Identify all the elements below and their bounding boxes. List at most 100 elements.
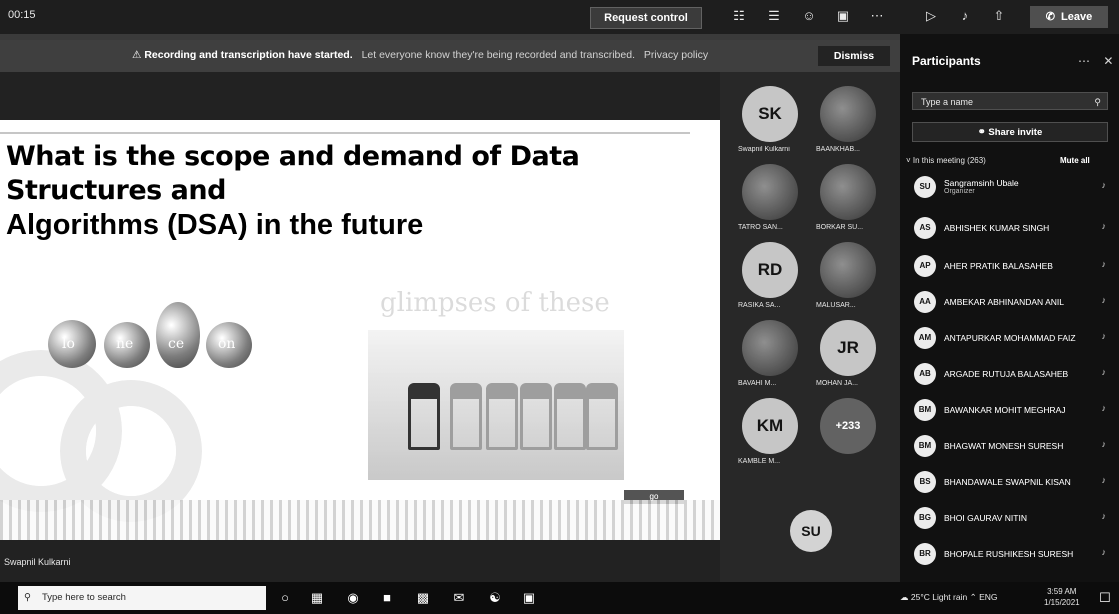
presenter-label: Swapnil Kulkarni: [4, 557, 71, 567]
close-icon[interactable]: ✕: [1103, 54, 1113, 68]
slide-title-line1: What is the scope and demand of Data Str…: [6, 141, 580, 206]
participant-row[interactable]: BR BHOPALE RUSHIKESH SURESH ♪: [914, 541, 1114, 567]
store-icon[interactable]: ▩: [414, 589, 432, 607]
participant-row[interactable]: BG BHOI GAURAV NITIN ♪: [914, 505, 1114, 531]
cortana-icon[interactable]: ○: [276, 589, 294, 607]
mic-icon[interactable]: ♪: [956, 8, 974, 24]
avatar: BG: [914, 507, 936, 529]
fruit-label: on: [218, 336, 236, 352]
recording-banner: ⚠ Recording and transcription have start…: [0, 40, 900, 72]
search-icon: ⚲: [24, 592, 31, 603]
avatar: AS: [914, 217, 936, 239]
presentation-slide: What is the scope and demand of Data Str…: [0, 120, 720, 540]
chair: [520, 383, 552, 450]
participants-panel: Participants ⋯ ✕ Type a name ⚲ ⚭ Share i…: [900, 34, 1119, 582]
participant-row[interactable]: AM ANTAPURKAR MOHAMMAD FAIZ ♪: [914, 325, 1114, 351]
privacy-policy-link[interactable]: Privacy policy: [644, 49, 708, 61]
participant-row[interactable]: AS ABHISHEK KUMAR SINGH ♪: [914, 215, 1114, 241]
weather-text[interactable]: 25°C Light rain: [911, 592, 967, 602]
taskbar-clock[interactable]: 3:59 AM 1/15/2021: [1044, 586, 1080, 608]
clock-time: 3:59 AM: [1047, 587, 1077, 596]
rooms-icon[interactable]: ▣: [834, 8, 852, 24]
meeting-section-header[interactable]: ˅ In this meeting (263): [906, 156, 986, 165]
participant-tile[interactable]: [820, 164, 876, 220]
dismiss-button[interactable]: Dismiss: [818, 46, 890, 66]
participant-row[interactable]: BM BAWANKAR MOHIT MEGHRAJ ♪: [914, 397, 1114, 423]
tile-name: BORKAR SU...: [816, 224, 864, 231]
participant-tile[interactable]: [820, 242, 876, 298]
leave-button[interactable]: ✆ Leave: [1030, 6, 1108, 28]
chair: [586, 383, 618, 450]
camera-icon[interactable]: ▷: [922, 8, 940, 24]
more-icon[interactable]: ⋯: [868, 8, 886, 24]
tile-name: BAANKHAB...: [816, 146, 860, 153]
mic-off-icon: ♪: [1101, 259, 1107, 269]
section-label: In this meeting (263): [912, 156, 986, 165]
video-gallery: SK Swapnil Kulkarni BAANKHAB... TATRO SA…: [720, 72, 900, 582]
banner-text: Let everyone know they're being recorded…: [361, 49, 635, 61]
chair: [486, 383, 518, 450]
mail-icon[interactable]: ✉: [450, 589, 468, 607]
teams-icon[interactable]: ☯: [486, 589, 504, 607]
participant-role: Organizer: [944, 188, 975, 195]
warning-icon: ⚠: [132, 49, 142, 61]
participant-row[interactable]: SU Sangramsinh Ubale Organizer ♪: [914, 174, 1114, 200]
avatar: SU: [914, 176, 936, 198]
system-tray: ☁ 25°C Light rain ⌃ ENG: [900, 592, 998, 603]
panel-actions: ⋯ ✕: [1078, 54, 1113, 68]
mute-all-button[interactable]: Mute all: [1060, 156, 1090, 165]
task-view-icon[interactable]: ▦: [308, 589, 326, 607]
participant-tile[interactable]: [742, 320, 798, 376]
share-invite-label: Share invite: [988, 127, 1043, 138]
search-icon: ⚲: [1094, 97, 1101, 107]
participant-name: BHOPALE RUSHIKESH SURESH: [944, 549, 1074, 559]
more-participants-tile[interactable]: +233: [820, 398, 876, 454]
grass-decoration: [0, 500, 720, 540]
participant-row[interactable]: BM BHAGWAT MONESH SURESH ♪: [914, 433, 1114, 459]
participant-row[interactable]: BS BHANDAWALE SWAPNIL KISAN ♪: [914, 469, 1114, 495]
tile-name: TATRO SAN...: [738, 224, 783, 231]
chrome-icon[interactable]: ◉: [344, 589, 362, 607]
notification-icon[interactable]: ☐: [1096, 589, 1114, 607]
participant-row[interactable]: AA AMBEKAR ABHINANDAN ANIL ♪: [914, 289, 1114, 315]
search-placeholder: Type here to search: [42, 592, 126, 603]
taskbar-search-input[interactable]: ⚲ Type here to search: [18, 586, 266, 610]
participant-tile[interactable]: KM: [742, 398, 798, 454]
share-invite-button[interactable]: ⚭ Share invite: [912, 122, 1108, 142]
tray-chevron-icon[interactable]: ⌃: [970, 592, 977, 602]
participant-name: ABHISHEK KUMAR SINGH: [944, 223, 1050, 233]
search-placeholder: Type a name: [921, 97, 974, 107]
participant-name: BHANDAWALE SWAPNIL KISAN: [944, 477, 1071, 487]
pear-image: [156, 302, 200, 368]
participant-tile[interactable]: RD: [742, 242, 798, 298]
app-icon[interactable]: ▣: [520, 589, 538, 607]
avatar: BM: [914, 435, 936, 457]
people-icon[interactable]: ☰: [765, 8, 783, 24]
avatar: BS: [914, 471, 936, 493]
participant-tile[interactable]: SK: [742, 86, 798, 142]
chevron-down-icon: ˅: [906, 156, 911, 165]
tile-name: Swapnil Kulkarni: [738, 146, 790, 153]
self-video-tile[interactable]: SU: [790, 510, 832, 552]
participant-tile[interactable]: JR: [820, 320, 876, 376]
request-control-button[interactable]: Request control: [590, 7, 702, 29]
chairs-image: [368, 330, 624, 480]
meeting-toolbar: 00:15 Request control ☷ ☰ ☺ ▣ ⋯ ▷ ♪ ⇧ ✆ L…: [0, 0, 1119, 34]
glimpses-text: glimpses of these: [380, 288, 610, 318]
participant-tile[interactable]: [820, 86, 876, 142]
language-indicator[interactable]: ENG: [979, 592, 997, 602]
participant-search-input[interactable]: Type a name ⚲: [912, 92, 1108, 110]
chat-icon[interactable]: ☷: [730, 8, 748, 24]
share-icon[interactable]: ⇧: [990, 8, 1008, 24]
file-explorer-icon[interactable]: ■: [378, 589, 396, 607]
participant-row[interactable]: AB ARGADE RUTUJA BALASAHEB ♪: [914, 361, 1114, 387]
phone-icon: ✆: [1045, 11, 1055, 23]
windows-taskbar: ⚲ Type here to search ○ ▦ ◉ ■ ▩ ✉ ☯ ▣ ☁ …: [0, 582, 1119, 614]
fruit-label: ce: [168, 336, 185, 352]
recording-message: ⚠ Recording and transcription have start…: [132, 49, 708, 61]
reactions-icon[interactable]: ☺: [800, 8, 818, 24]
participant-tile[interactable]: [742, 164, 798, 220]
more-options-icon[interactable]: ⋯: [1078, 54, 1090, 68]
participant-row[interactable]: AP AHER PRATIK BALASAHEB ♪: [914, 253, 1114, 279]
participant-name: BAWANKAR MOHIT MEGHRAJ: [944, 405, 1066, 415]
